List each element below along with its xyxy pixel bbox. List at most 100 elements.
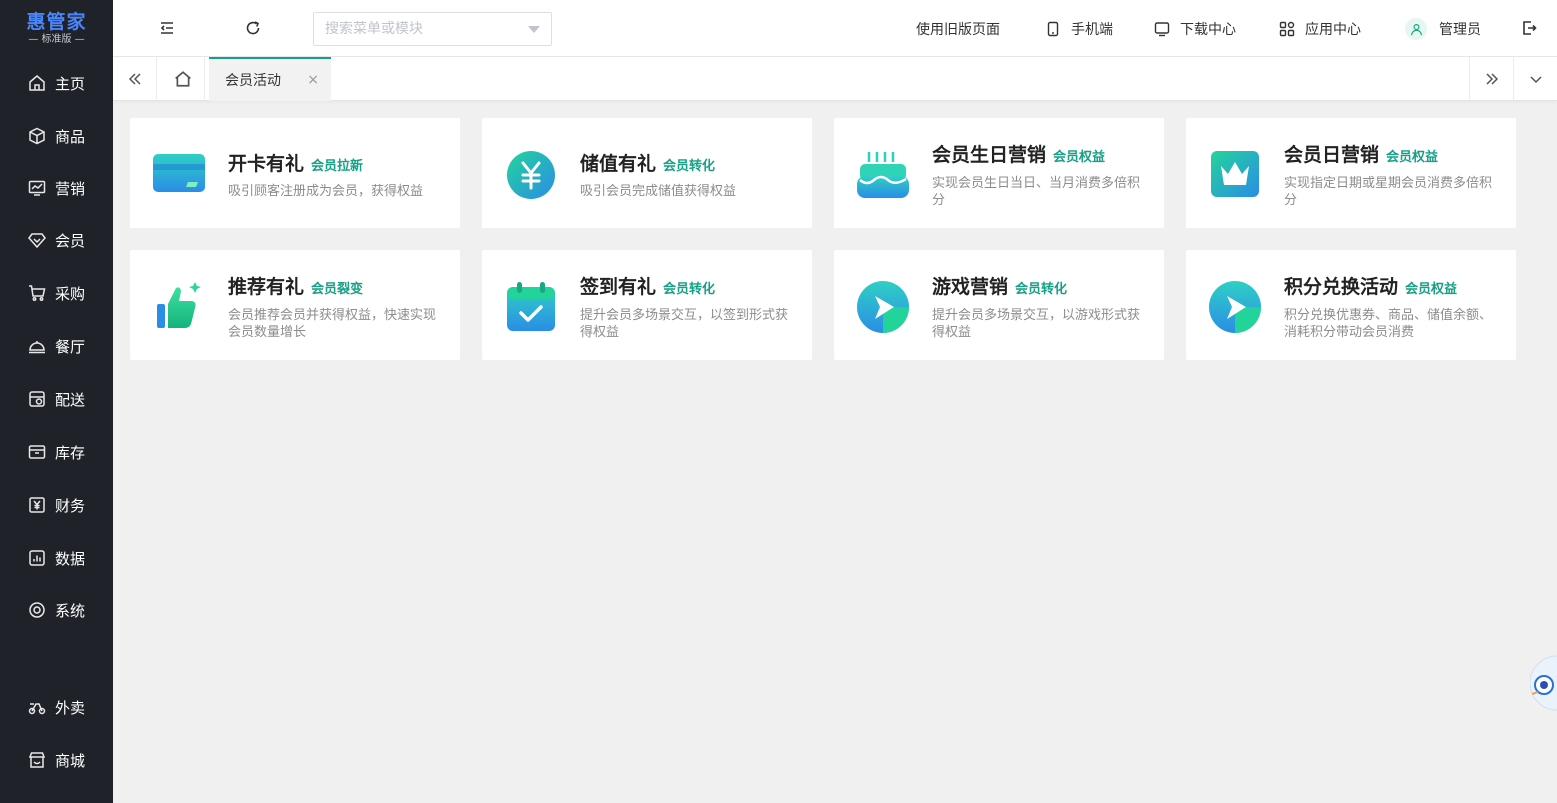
card-tag: 会员裂变 [311,282,364,297]
sidebar-item-label: 系统 [55,601,86,620]
sidebar: 惠管家 — 标准版 — 主页 商品 营销 会员 采购 餐厅 配送 库存 财务 数… [0,0,113,803]
search-input[interactable] [325,21,515,37]
card-title: 开卡有礼 会员拉新 [228,149,363,176]
sidebar-item-label: 财务 [55,496,86,515]
close-icon[interactable]: × [307,72,319,88]
tab-bar: 会员活动 × [113,57,1557,101]
card-title-text: 开卡有礼 [228,153,305,175]
activity-card-game[interactable]: 游戏营销 会员转化 提升会员多场景交互，以游戏形式获得权益 [834,250,1164,360]
card-description: 吸引会员完成储值获得权益 [580,184,737,199]
sidebar-item-label: 商品 [55,127,86,146]
card-title: 推荐有礼 会员裂变 [228,272,363,299]
home-icon [174,71,191,87]
indent-icon [160,22,173,34]
sidebar-item-label: 数据 [55,549,86,568]
sidebar-item-restaurant[interactable]: 餐厅 [0,326,113,366]
app-center-link[interactable]: 应用中心 [1279,18,1361,40]
card-title: 会员生日营销 会员权益 [932,140,1105,167]
sidebar-item-home[interactable]: 主页 [0,63,113,103]
card-title: 积分兑换活动 会员权益 [1284,272,1457,299]
cart-icon [27,283,47,303]
card-title: 游戏营销 会员转化 [932,272,1067,299]
menu-search[interactable] [313,12,552,46]
mobile-link[interactable]: 手机端 [1045,18,1113,40]
logo[interactable]: 惠管家 — 标准版 — [0,0,113,57]
sidebar-item-label: 配送 [55,390,86,409]
card-tag: 会员权益 [1053,150,1106,165]
sidebar-item-members[interactable]: 会员 [0,220,113,260]
activity-card-member-day[interactable]: 会员日营销 会员权益 实现指定日期或星期会员消费多倍积分 [1186,118,1516,228]
logo-subtitle: — 标准版 — [28,34,85,45]
finance-icon [27,495,47,515]
floating-assistant[interactable] [1530,654,1557,712]
card-tag: 会员转化 [663,159,716,174]
card-title-text: 积分兑换活动 [1284,276,1399,298]
sidebar-item-data[interactable]: 数据 [0,538,113,578]
tab-home[interactable] [161,57,205,101]
robot-assistant-icon [1530,655,1557,711]
sidebar-item-mall[interactable]: 商城 [0,740,113,780]
admin-menu[interactable]: 管理员 [1405,18,1481,40]
activity-card-referral[interactable]: 推荐有礼 会员裂变 会员推荐会员并获得权益，快速实现会员数量增长 [130,250,460,360]
user-icon [1410,23,1422,35]
card-description: 实现会员生日当日、当月消费多倍积分 [932,176,1141,208]
phone-icon [1047,21,1059,37]
tabs-scroll-right-button[interactable] [1469,57,1513,101]
collapse-sidebar-button[interactable] [155,16,179,40]
old-version-label: 使用旧版页面 [916,22,1000,38]
play-arrow-icon [857,281,909,333]
activity-card-stored-value[interactable]: 储值有礼 会员转化 吸引会员完成储值获得权益 [482,118,812,228]
activity-card-check-in[interactable]: 签到有礼 会员转化 提升会员多场景交互，以签到形式获得权益 [482,250,812,360]
sidebar-item-label: 外卖 [55,698,86,717]
inventory-icon [27,442,47,462]
sidebar-item-label: 采购 [55,284,86,303]
card-tag: 会员拉新 [311,159,364,174]
sidebar-item-label: 餐厅 [55,337,86,356]
double-chevron-right-icon [1485,73,1498,85]
old-version-link[interactable]: 使用旧版页面 [916,18,1000,40]
top-header: 使用旧版页面 手机端 下载中心 应用中心 管理员 [113,0,1557,57]
logout-button[interactable] [1517,16,1541,40]
sidebar-item-label: 会员 [55,231,86,250]
double-chevron-left-icon [128,73,141,85]
sidebar-item-purchase[interactable]: 采购 [0,273,113,313]
activity-card-points-exchange[interactable]: 积分兑换活动 会员权益 积分兑换优惠券、商品、储值余额、消耗积分带动会员消费 [1186,250,1516,360]
sidebar-item-inventory[interactable]: 库存 [0,432,113,472]
activity-card-birthday[interactable]: 会员生日营销 会员权益 实现会员生日当日、当月消费多倍积分 [834,118,1164,228]
sidebar-item-delivery[interactable]: 配送 [0,379,113,419]
card-description: 积分兑换优惠券、商品、储值余额、消耗积分带动会员消费 [1284,308,1493,340]
refresh-icon [246,21,260,35]
card-title-text: 储值有礼 [580,153,657,175]
card-title-text: 会员日营销 [1284,144,1380,166]
chart-icon [27,178,47,198]
card-description: 提升会员多场景交互，以签到形式获得权益 [580,308,789,340]
dish-icon [27,336,47,356]
thumbs-up-icon [157,282,201,328]
download-center-link[interactable]: 下载中心 [1154,18,1236,40]
activity-card-open-card[interactable]: 开卡有礼 会员拉新 吸引顾客注册成为会员，获得权益 [130,118,460,228]
card-title-text: 签到有礼 [580,276,657,298]
sidebar-item-marketing[interactable]: 营销 [0,168,113,208]
sidebar-item-system[interactable]: 系统 [0,590,113,630]
tabs-scroll-left-button[interactable] [113,57,157,101]
card-tag: 会员转化 [663,282,716,297]
card-title: 签到有礼 会员转化 [580,272,715,299]
card-title-text: 推荐有礼 [228,276,305,298]
sidebar-item-label: 库存 [55,443,86,462]
sidebar-item-products[interactable]: 商品 [0,116,113,156]
tab-member-activity[interactable]: 会员活动 × [209,57,331,101]
monitor-icon [1154,22,1170,37]
refresh-button[interactable] [241,16,265,40]
card-description: 吸引顾客注册成为会员，获得权益 [228,184,424,199]
tabs-menu-button[interactable] [1513,57,1557,101]
avatar [1405,18,1427,40]
chevron-down-icon[interactable] [528,26,540,33]
card-description: 实现指定日期或星期会员消费多倍积分 [1284,176,1493,208]
chevron-down-icon [1529,76,1542,84]
card-title-text: 会员生日营销 [932,144,1047,166]
sidebar-item-finance[interactable]: 财务 [0,485,113,525]
sidebar-item-takeaway[interactable]: 外卖 [0,687,113,727]
box-icon [27,126,47,146]
sidebar-item-label: 营销 [55,179,86,198]
logo-title: 惠管家 [26,11,87,33]
